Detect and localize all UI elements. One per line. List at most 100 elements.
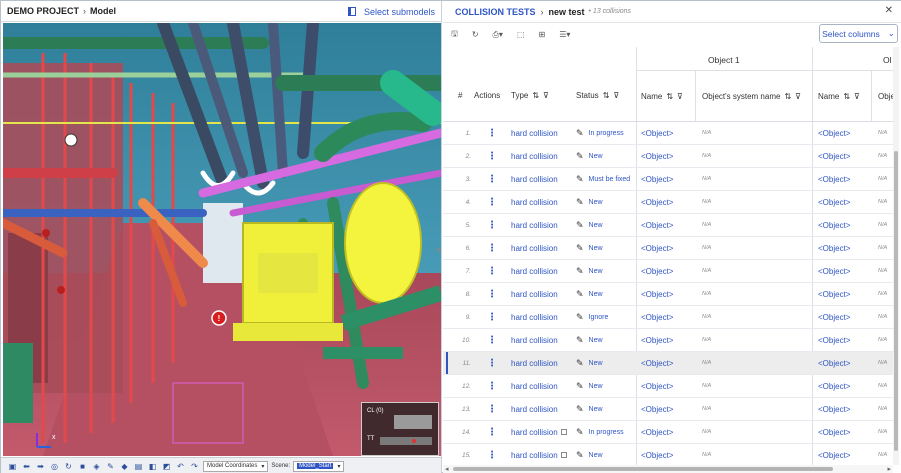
status-cell[interactable]: ✎ Ignore bbox=[576, 306, 608, 328]
collision-type-link[interactable]: hard collision bbox=[511, 260, 558, 282]
object2-name-link[interactable]: <Object> bbox=[818, 168, 850, 190]
table-row[interactable]: 5. ⋮ hard collision ✎ New <Object> N/A <Object>… bbox=[443, 214, 895, 237]
object1-name-link[interactable]: <Object> bbox=[641, 237, 673, 259]
collision-type-link[interactable]: hard collision bbox=[511, 375, 558, 397]
sort-icon[interactable]: ⇅ bbox=[603, 91, 610, 100]
object2-name-link[interactable]: <Object> bbox=[818, 352, 850, 374]
table-row[interactable]: 13. ⋮ hard collision ✎ New <Object> N/A <Object… bbox=[443, 398, 895, 421]
table-row[interactable]: 3. ⋮ hard collision ✎ Must be fixed <Object> N… bbox=[443, 168, 895, 191]
object2-name-link[interactable]: <Object> bbox=[818, 191, 850, 213]
collision-type-link[interactable]: hard collision bbox=[511, 168, 558, 190]
collision-tests-link[interactable]: COLLISION TESTS bbox=[455, 7, 536, 17]
pencil-icon[interactable]: ✎ bbox=[576, 220, 584, 231]
row-actions-kebab-icon[interactable]: ⋮ bbox=[486, 168, 498, 190]
table-row[interactable]: 12. ⋮ hard collision ✎ New <Object> N/A <Object… bbox=[443, 375, 895, 398]
object1-name-link[interactable]: <Object> bbox=[641, 168, 673, 190]
row-actions-kebab-icon[interactable]: ⋮ bbox=[486, 214, 498, 236]
object2-name-link[interactable]: <Object> bbox=[818, 329, 850, 351]
row-actions-kebab-icon[interactable]: ⋮ bbox=[486, 122, 498, 144]
object2-name-link[interactable]: <Object> bbox=[818, 306, 850, 328]
table-row[interactable]: 11. ⋮ hard collision ✎ New <Object> N/A <Object… bbox=[443, 352, 895, 375]
object1-name-link[interactable]: <Object> bbox=[641, 375, 673, 397]
object1-name-link[interactable]: <Object> bbox=[641, 352, 673, 374]
checkbox-icon[interactable] bbox=[560, 429, 567, 435]
collision-type-link[interactable]: hard collision bbox=[511, 444, 567, 465]
layers-icon[interactable]: ▤ bbox=[133, 461, 144, 472]
collision-type-link[interactable]: hard collision bbox=[511, 191, 558, 213]
object2-name-link[interactable]: <Object> bbox=[818, 145, 850, 167]
pencil-icon[interactable]: ✎ bbox=[576, 312, 584, 323]
pencil-icon[interactable]: ✎ bbox=[576, 174, 584, 185]
table-row[interactable]: 15. ⋮ hard collision ✎ New <Object> N/A <Object… bbox=[443, 444, 895, 465]
col-header-type[interactable]: Type ⇅ ⊽ bbox=[511, 70, 549, 121]
col-header-status[interactable]: Status ⇅ ⊽ bbox=[576, 70, 619, 121]
status-cell[interactable]: ✎ New bbox=[576, 398, 603, 420]
object2-name-link[interactable]: <Object> bbox=[818, 237, 850, 259]
object1-name-link[interactable]: <Object> bbox=[641, 283, 673, 305]
orbit-icon[interactable]: ◈ bbox=[91, 461, 102, 472]
status-cell[interactable]: ✎ New bbox=[576, 191, 603, 213]
row-actions-kebab-icon[interactable]: ⋮ bbox=[486, 145, 498, 167]
checkbox-icon[interactable] bbox=[560, 452, 567, 458]
collision-type-link[interactable]: hard collision bbox=[511, 122, 558, 144]
undo-icon[interactable]: ↶ bbox=[175, 461, 186, 472]
object2-name-link[interactable]: <Object> bbox=[818, 421, 850, 443]
object2-name-link[interactable]: <Object> bbox=[818, 444, 850, 465]
sort-icon[interactable]: ⇅ bbox=[784, 92, 791, 101]
table-row[interactable]: 6. ⋮ hard collision ✎ New <Object> N/A <Object>… bbox=[443, 237, 895, 260]
table-row[interactable]: 9. ⋮ hard collision ✎ Ignore <Object> N/A <Obje… bbox=[443, 306, 895, 329]
pencil-icon[interactable]: ✎ bbox=[576, 450, 584, 461]
status-cell[interactable]: ✎ New bbox=[576, 283, 603, 305]
object2-name-link[interactable]: <Object> bbox=[818, 260, 850, 282]
cube-icon[interactable]: ■ bbox=[77, 461, 88, 472]
sort-icon[interactable]: ⇅ bbox=[843, 92, 850, 101]
row-actions-kebab-icon[interactable]: ⋮ bbox=[486, 260, 498, 282]
pencil-icon[interactable]: ✎ bbox=[576, 335, 584, 346]
filter-icon[interactable]: ⊽ bbox=[677, 92, 683, 101]
row-actions-kebab-icon[interactable]: ⋮ bbox=[486, 421, 498, 443]
pencil-icon[interactable]: ✎ bbox=[576, 404, 584, 415]
vertical-scrollbar[interactable] bbox=[893, 47, 899, 465]
row-actions-kebab-icon[interactable]: ⋮ bbox=[486, 329, 498, 351]
object1-name-link[interactable]: <Object> bbox=[641, 306, 673, 328]
panel-toggle-icon[interactable] bbox=[347, 7, 356, 16]
col-header-system-name[interactable]: Object's system name ⇅ ⊽ bbox=[702, 83, 801, 109]
collision-type-link[interactable]: hard collision bbox=[511, 145, 558, 167]
pencil-icon[interactable]: ✎ bbox=[576, 243, 584, 254]
collision-type-link[interactable]: hard collision bbox=[511, 352, 558, 374]
pencil-icon[interactable]: ✎ bbox=[576, 197, 584, 208]
list-options-icon[interactable]: ☰▾ bbox=[559, 30, 570, 39]
walk-icon[interactable]: ◧ bbox=[147, 461, 158, 472]
status-cell[interactable]: ✎ In progress bbox=[576, 421, 624, 443]
collision-type-link[interactable]: hard collision bbox=[511, 237, 558, 259]
object1-name-link[interactable]: <Object> bbox=[641, 214, 673, 236]
pencil-icon[interactable]: ✎ bbox=[576, 266, 584, 277]
status-cell[interactable]: ✎ New bbox=[576, 375, 603, 397]
sort-icon[interactable]: ⇅ bbox=[532, 91, 539, 100]
redo-icon[interactable]: ↷ bbox=[189, 461, 200, 472]
refresh-icon[interactable]: ↻ bbox=[63, 461, 74, 472]
object2-name-link[interactable]: <Object> bbox=[818, 283, 850, 305]
object1-name-link[interactable]: <Object> bbox=[641, 398, 673, 420]
measure-icon[interactable]: ✎ bbox=[105, 461, 116, 472]
table-row[interactable]: 4. ⋮ hard collision ✎ New <Object> N/A <Object>… bbox=[443, 191, 895, 214]
row-actions-kebab-icon[interactable]: ⋮ bbox=[486, 283, 498, 305]
select-area-icon[interactable]: ⬚ bbox=[517, 30, 525, 39]
object1-name-link[interactable]: <Object> bbox=[641, 260, 673, 282]
export-icon[interactable]: ⎙▾ bbox=[493, 30, 503, 40]
table-row[interactable]: 1. ⋮ hard collision ✎ In progress <Object> N/A… bbox=[443, 122, 895, 145]
object1-name-link[interactable]: <Object> bbox=[641, 145, 673, 167]
fly-icon[interactable]: ◩ bbox=[161, 461, 172, 472]
row-actions-kebab-icon[interactable]: ⋮ bbox=[486, 352, 498, 374]
scene-select[interactable]: Model_Start ▾ bbox=[293, 460, 345, 472]
object1-name-link[interactable]: <Object> bbox=[641, 444, 673, 465]
status-cell[interactable]: ✎ New bbox=[576, 145, 603, 167]
status-cell[interactable]: ✎ New bbox=[576, 352, 603, 374]
status-cell[interactable]: ✎ In progress bbox=[576, 122, 624, 144]
pencil-icon[interactable]: ✎ bbox=[576, 358, 584, 369]
3d-viewport[interactable]: ! x bbox=[3, 23, 441, 456]
close-icon[interactable]: ✕ bbox=[885, 5, 893, 16]
section-icon[interactable]: ◆ bbox=[119, 461, 130, 472]
status-cell[interactable]: ✎ New bbox=[576, 237, 603, 259]
collision-type-link[interactable]: hard collision bbox=[511, 306, 558, 328]
